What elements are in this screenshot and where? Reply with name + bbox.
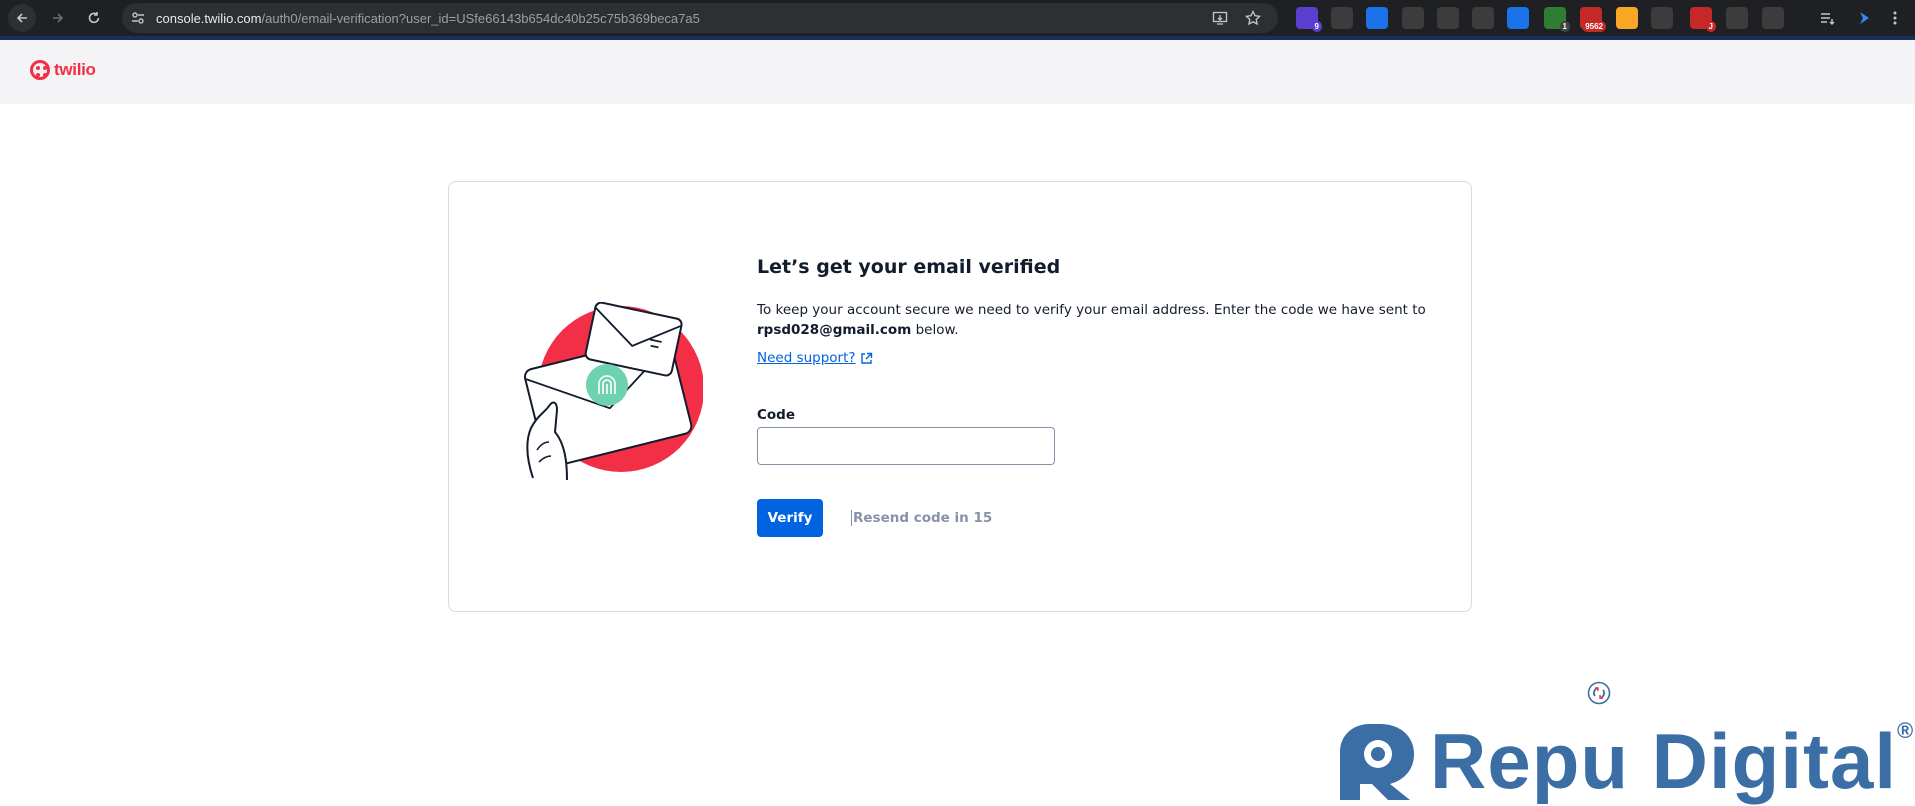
logo-text: twilio (54, 60, 96, 79)
ext-red-j-icon[interactable]: J (1690, 7, 1716, 32)
description-text: To keep your account secure we need to v… (757, 302, 1426, 318)
address-bar[interactable]: console.twilio.com/auth0/email-verificat… (122, 3, 1278, 33)
reload-icon (88, 12, 100, 24)
description-suffix: below. (911, 322, 959, 338)
extension-badge: 9 (1311, 21, 1322, 32)
watermark-text: Repu Digital® (1430, 718, 1914, 800)
repu-digital-logo-icon (1340, 724, 1414, 800)
ext-1p-icon[interactable] (1472, 7, 1494, 29)
form-actions: Verify Resend code in 15 (757, 499, 1437, 537)
ext-qr-icon[interactable] (1402, 7, 1424, 29)
ext-colorful-icon[interactable] (1616, 7, 1638, 29)
card-content: Let’s get your email verified To keep yo… (757, 256, 1437, 537)
twilio-logo[interactable]: twilio (30, 60, 96, 80)
reading-list-icon[interactable] (1816, 7, 1838, 29)
browser-toolbar: console.twilio.com/auth0/email-verificat… (0, 0, 1915, 36)
ext-blue-square-icon[interactable] (1366, 7, 1388, 29)
ext-gear-icon[interactable] (1331, 7, 1353, 29)
ext-purple-icon[interactable]: 9 (1296, 7, 1322, 32)
bookmark-star-icon[interactable] (1244, 9, 1262, 27)
verify-button[interactable]: Verify (757, 499, 823, 537)
reload-button[interactable] (80, 4, 108, 32)
forward-button[interactable] (44, 4, 72, 32)
ext-download-icon[interactable] (1507, 7, 1529, 29)
site-settings-icon[interactable] (130, 10, 146, 26)
code-label: Code (757, 407, 796, 423)
verification-card: Let’s get your email verified To keep yo… (448, 181, 1472, 612)
sync-badge-icon (1587, 681, 1611, 705)
url-host: console.twilio.com (156, 11, 262, 26)
ext-face-icon[interactable] (1651, 7, 1673, 29)
need-support-link[interactable]: Need support? (757, 350, 873, 366)
ext-puzzle-icon[interactable] (1762, 7, 1784, 29)
extension-badge: 1 (1559, 21, 1570, 32)
support-link-label: Need support? (757, 350, 856, 366)
url-path: /auth0/email-verification?user_id=USfe66… (261, 11, 700, 26)
ext-red-icon[interactable]: 9562 (1580, 7, 1606, 32)
site-header (0, 40, 1915, 104)
extension-badge: J (1705, 21, 1716, 32)
external-link-icon (860, 352, 872, 364)
copilot-icon[interactable] (1853, 7, 1875, 29)
menu-kebab-icon[interactable] (1884, 7, 1906, 29)
repu-digital-watermark: Repu Digital® (1336, 718, 1914, 800)
ext-openai-icon[interactable] (1726, 7, 1748, 29)
watermark-label: Repu Digital (1430, 717, 1898, 805)
twilio-logo-icon (30, 60, 50, 80)
extension-badge: 9562 (1582, 21, 1606, 32)
back-button[interactable] (8, 4, 36, 32)
install-app-icon[interactable] (1211, 9, 1229, 27)
registered-mark: ® (1897, 718, 1915, 743)
ext-camera-icon[interactable] (1437, 7, 1459, 29)
page-title: Let’s get your email verified (757, 256, 1061, 278)
email-envelope-illustration (523, 302, 703, 481)
code-input[interactable] (757, 427, 1055, 465)
ext-green-icon[interactable]: 1 (1544, 7, 1570, 32)
verification-description: To keep your account secure we need to v… (757, 300, 1437, 340)
resend-code-link[interactable]: Resend code in 15 (851, 510, 992, 526)
email-address: rpsd028@gmail.com (757, 322, 912, 338)
url-text: console.twilio.com/auth0/email-verificat… (156, 11, 700, 26)
arrow-left-icon (16, 13, 27, 23)
arrow-right-icon (53, 13, 64, 23)
